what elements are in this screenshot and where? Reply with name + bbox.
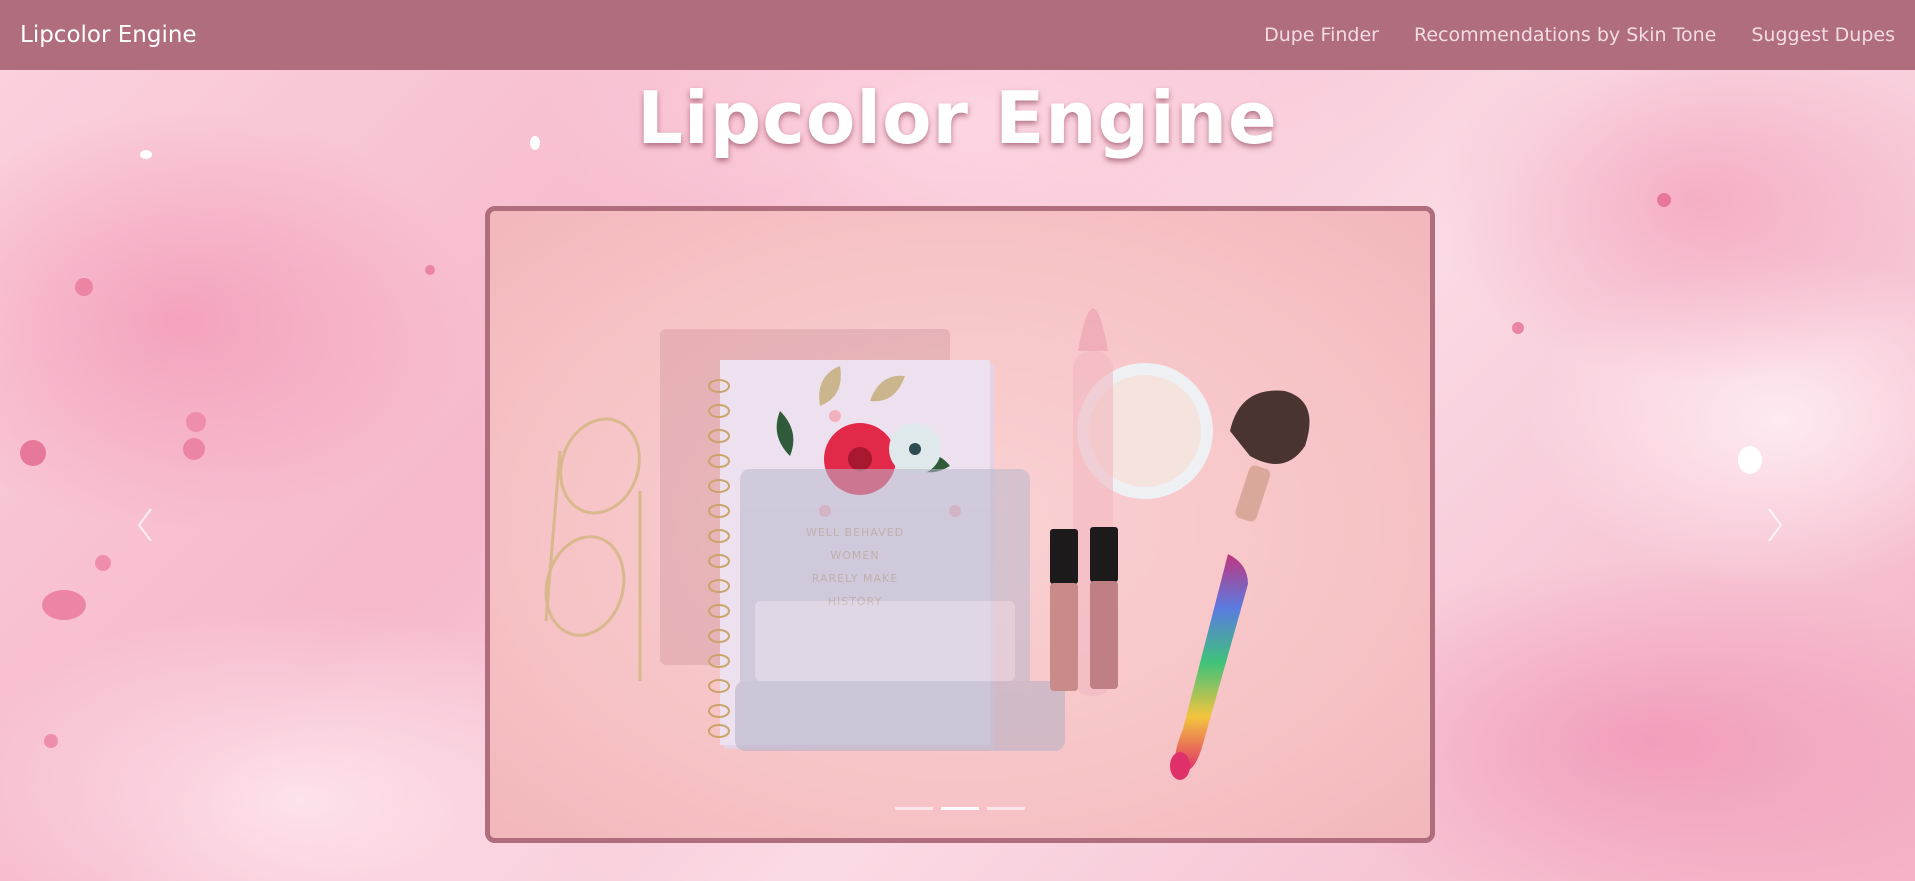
- navbar: Lipcolor Engine Dupe Finder Recommendati…: [0, 0, 1915, 70]
- paint-splat: [186, 412, 206, 432]
- paint-splat: [42, 590, 86, 620]
- paint-splat: [44, 734, 58, 748]
- paint-splat: [1512, 322, 1524, 334]
- carousel-prev-button[interactable]: [130, 500, 160, 550]
- makeup-flatlay-image: WELL BEHAVED WOMEN RARELY MAKE HISTORY: [544, 308, 1310, 780]
- paint-splat: [20, 440, 46, 466]
- chevron-left-icon: [137, 508, 152, 542]
- carousel-indicators: [490, 807, 1430, 810]
- nav-link-recommendations[interactable]: Recommendations by Skin Tone: [1414, 24, 1716, 46]
- carousel-indicator-2[interactable]: [941, 807, 979, 810]
- carousel-slide: WELL BEHAVED WOMEN RARELY MAKE HISTORY: [490, 211, 1430, 838]
- chevron-right-icon: [1768, 508, 1783, 542]
- nav-link-dupe-finder[interactable]: Dupe Finder: [1264, 24, 1379, 46]
- image-carousel: WELL BEHAVED WOMEN RARELY MAKE HISTORY: [485, 206, 1435, 843]
- compact-palette-image: [735, 469, 1065, 751]
- paint-splat: [183, 438, 205, 460]
- carousel-indicator-1[interactable]: [895, 807, 933, 810]
- paint-splat: [425, 265, 435, 275]
- carousel-indicator-3[interactable]: [987, 807, 1025, 810]
- eyeglasses-image: [544, 417, 642, 681]
- paint-splat: [1657, 193, 1671, 207]
- nav-links: Dupe Finder Recommendations by Skin Tone…: [1229, 24, 1895, 46]
- paint-splat: [95, 555, 111, 571]
- paint-splat: [1738, 446, 1762, 474]
- page-title: Lipcolor Engine: [637, 76, 1278, 160]
- paint-splat: [75, 278, 93, 296]
- carousel-next-button[interactable]: [1760, 500, 1790, 550]
- nav-link-suggest-dupes[interactable]: Suggest Dupes: [1751, 24, 1895, 46]
- navbar-brand[interactable]: Lipcolor Engine: [20, 22, 197, 48]
